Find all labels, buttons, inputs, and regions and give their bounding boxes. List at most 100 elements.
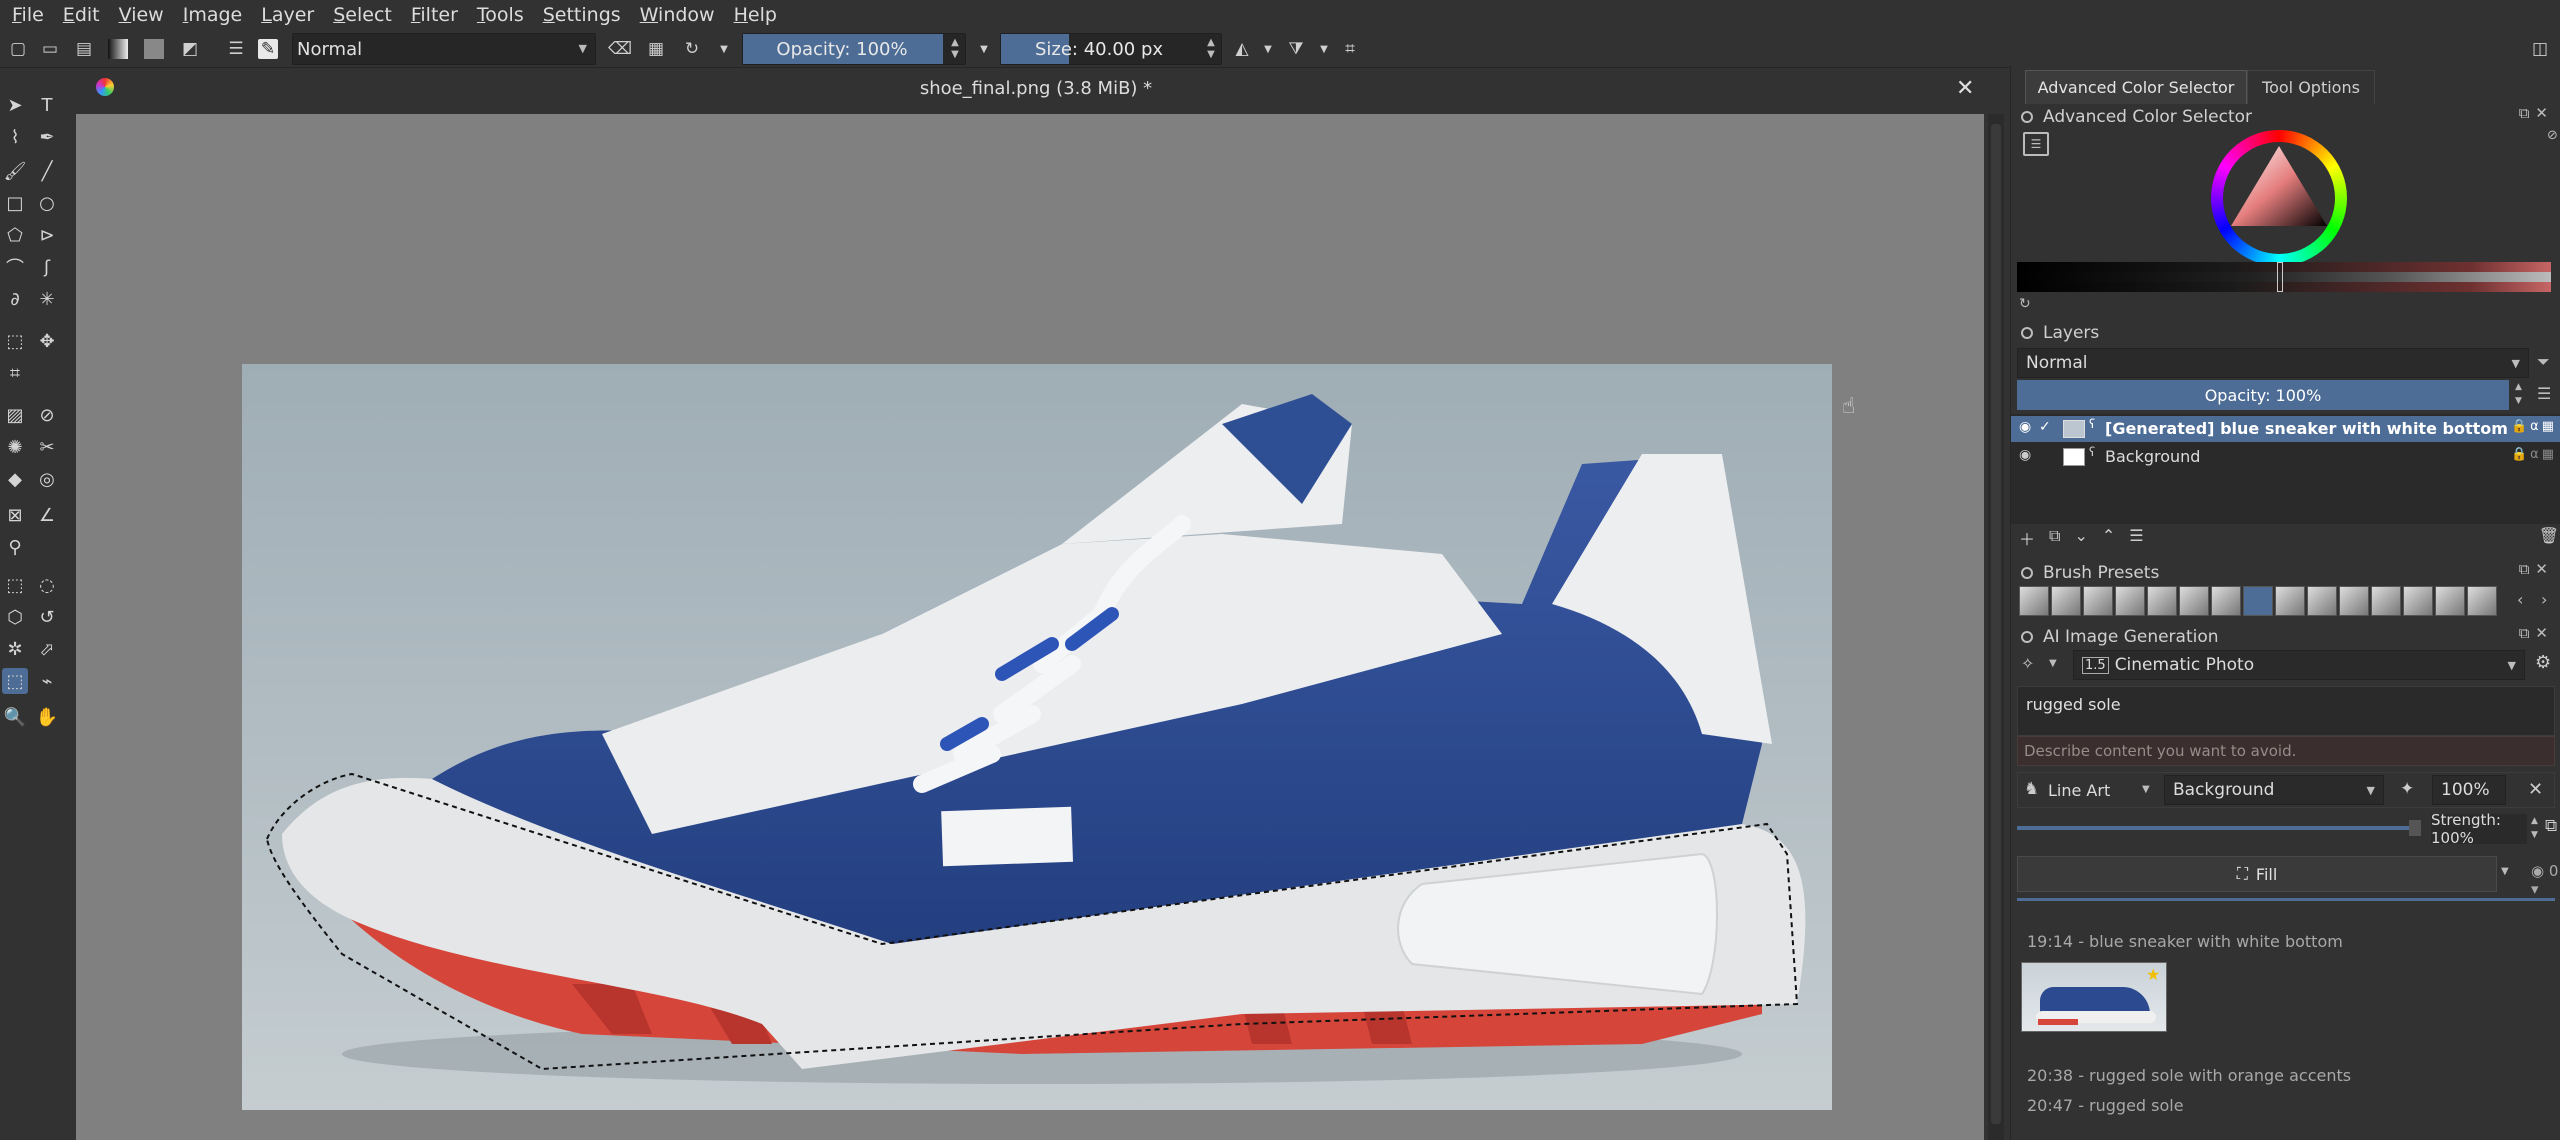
brush-preset-item[interactable] <box>2339 586 2369 616</box>
magnetic-select-icon[interactable]: ⌁ <box>34 668 60 694</box>
chevron-down-icon[interactable]: ▼ <box>2142 784 2150 795</box>
rect-select-icon[interactable]: ⬚ <box>2 572 28 598</box>
chevron-left-icon[interactable]: ‹ <box>2517 590 2523 609</box>
canvas-area[interactable]: ☝ <box>76 114 1984 1140</box>
close-icon[interactable]: ✕ <box>1956 76 1974 101</box>
dock-toggle-icon[interactable]: ◫ <box>2530 39 2550 59</box>
brush-preset-item[interactable] <box>2147 586 2177 616</box>
menu-filter[interactable]: Filter <box>411 4 458 26</box>
brush-preset-item[interactable] <box>2179 586 2209 616</box>
strength-slider[interactable] <box>2017 826 2421 830</box>
fill-tool-icon[interactable]: ◆ <box>2 466 28 492</box>
layer-blend-mode-select[interactable]: Normal ▼ <box>2017 348 2529 378</box>
menu-window[interactable]: Window <box>640 4 715 26</box>
batch-counter[interactable]: ◉ 0 ▾ <box>2531 862 2560 898</box>
edit-shapes-icon[interactable]: ⌇ <box>2 124 28 150</box>
polygon-select-icon[interactable]: ⬡ <box>2 604 28 630</box>
layers-stack-icon[interactable]: ⧉ <box>2545 816 2557 836</box>
freehand-select-icon[interactable]: ↺ <box>34 604 60 630</box>
pan-tool-icon[interactable]: ✋ <box>34 704 60 730</box>
select-shapes-icon[interactable]: ➤ <box>2 92 28 118</box>
chevron-down-icon[interactable]: ▼ <box>1258 39 1278 59</box>
chevron-down-icon[interactable]: ▼ <box>974 39 994 59</box>
control-type-value[interactable]: Line Art <box>2048 781 2110 800</box>
panel-float-close-icons[interactable]: ⧉✕ <box>2519 560 2554 578</box>
bezier-tool-icon[interactable]: ⌒ <box>2 254 28 280</box>
polyline-tool-icon[interactable]: ⊳ <box>34 222 60 248</box>
move-up-icon[interactable]: ⌃ <box>2102 526 2115 548</box>
refresh-icon[interactable]: ↻ <box>2019 296 2031 312</box>
freehand-path-icon[interactable]: ʃ <box>34 254 60 280</box>
style-select[interactable]: 1.5 Cinematic Photo ▼ <box>2073 650 2525 680</box>
chevron-down-icon[interactable]: ▼ <box>2501 866 2509 877</box>
menu-file[interactable]: File <box>12 4 44 26</box>
spin-arrows[interactable]: ▲ ▼ <box>2531 814 2538 842</box>
history-item-label[interactable]: 19:14 - blue sneaker with white bottom <box>2027 932 2343 951</box>
alpha-lock-icon[interactable]: ▦ <box>646 39 666 59</box>
brush-preset-item[interactable] <box>2435 586 2465 616</box>
brush-preset-item[interactable] <box>2403 586 2433 616</box>
crop-tool-icon[interactable]: ⌗ <box>2 360 28 386</box>
contiguous-select-icon[interactable]: ✲ <box>2 636 28 662</box>
menu-tools[interactable]: Tools <box>477 4 524 26</box>
menu-view[interactable]: View <box>119 4 164 26</box>
sparkle-icon[interactable]: ✦ <box>2400 779 2414 799</box>
menu-image[interactable]: Image <box>183 4 243 26</box>
scrollbar-thumb[interactable] <box>1991 124 2001 1124</box>
layer-opacity-slider[interactable]: Opacity: 100% <box>2017 380 2509 410</box>
vertical-scrollbar[interactable] <box>1988 114 2004 1140</box>
brush-preset-item[interactable] <box>2307 586 2337 616</box>
measure-tool-icon[interactable]: ∠ <box>34 502 60 528</box>
add-layer-icon[interactable]: ＋ <box>2019 526 2035 549</box>
panel-float-close-icons[interactable]: ⧉✕ <box>2519 624 2554 642</box>
menu-help[interactable]: Help <box>734 4 777 26</box>
fill-button[interactable]: ⛶ Fill <box>2017 856 2497 892</box>
tab-tool-options[interactable]: Tool Options <box>2247 70 2375 104</box>
opacity-slider[interactable]: Opacity: 100% ▲ ▼ <box>742 33 966 65</box>
rectangle-tool-icon[interactable]: □ <box>2 190 28 216</box>
control-strength-field[interactable]: 100% <box>2432 775 2506 805</box>
menu-settings[interactable]: Settings <box>543 4 621 26</box>
gradient-tool-icon[interactable]: ▨ <box>2 402 28 428</box>
tab-advanced-color-selector[interactable]: Advanced Color Selector <box>2025 70 2247 104</box>
brush-preset-item[interactable] <box>2467 586 2497 616</box>
eye-icon[interactable]: ◉ <box>2019 447 2031 463</box>
brush-size-slider[interactable]: Size: 40.00 px ▲ ▼ <box>1000 33 1222 65</box>
lock-alpha-icons[interactable]: 🔒α▦ <box>2511 447 2557 462</box>
strength-field[interactable]: Strength: 100% <box>2431 811 2527 847</box>
fg-bg-color-icon[interactable]: ◩ <box>180 39 200 59</box>
assistant-tool-icon[interactable]: ⊠ <box>2 502 28 528</box>
history-thumbnail[interactable]: ★ <box>2021 962 2167 1032</box>
mirror-horizontal-icon[interactable]: ◭ <box>1232 39 1252 59</box>
brush-preset-item[interactable] <box>2211 586 2241 616</box>
open-document-icon[interactable]: ▭ <box>40 39 60 59</box>
chevron-down-icon[interactable]: ▼ <box>1314 39 1334 59</box>
menu-edit[interactable]: Edit <box>63 4 100 26</box>
magic-wand-icon[interactable]: ✧ <box>2021 654 2034 673</box>
color-triangle[interactable] <box>2223 142 2335 254</box>
settings-gear-icon[interactable]: ⚙ <box>2535 652 2551 673</box>
ellipse-select-icon[interactable]: ◌ <box>34 572 60 598</box>
similar-select-icon[interactable]: ⬀ <box>34 636 60 662</box>
filter-icon[interactable]: ⏷ <box>2537 352 2550 372</box>
brush-settings-icon[interactable]: ☰ <box>226 39 246 59</box>
spin-arrows[interactable]: ▲ ▼ <box>948 37 962 61</box>
text-tool-icon[interactable]: T <box>34 92 60 118</box>
brush-preset-item[interactable] <box>2115 586 2145 616</box>
dynamic-brush-icon[interactable]: ∂ <box>2 286 28 312</box>
brush-preset-item[interactable] <box>2019 586 2049 616</box>
checkmark-icon[interactable]: ✓ <box>2039 419 2051 435</box>
image-canvas[interactable] <box>242 364 1832 1110</box>
history-item-label[interactable]: 20:47 - rugged sole <box>2027 1096 2184 1115</box>
enclose-fill-icon[interactable]: ◎ <box>34 466 60 492</box>
control-layer-select[interactable]: Background ▼ <box>2164 775 2384 805</box>
line-tool-icon[interactable]: ╱ <box>34 158 60 184</box>
color-selector-menu-icon[interactable]: ☰ <box>2023 132 2049 156</box>
brush-preset-item[interactable] <box>2051 586 2081 616</box>
spin-arrows[interactable]: ▲ ▼ <box>1204 37 1218 61</box>
layer-name[interactable]: Background <box>2105 447 2200 466</box>
chevron-down-icon[interactable]: ▼ <box>714 39 734 59</box>
pattern-swatch-icon[interactable] <box>144 39 164 59</box>
bezier-select-icon[interactable]: ⬚ <box>2 668 28 694</box>
brush-preset-item[interactable] <box>2243 586 2273 616</box>
